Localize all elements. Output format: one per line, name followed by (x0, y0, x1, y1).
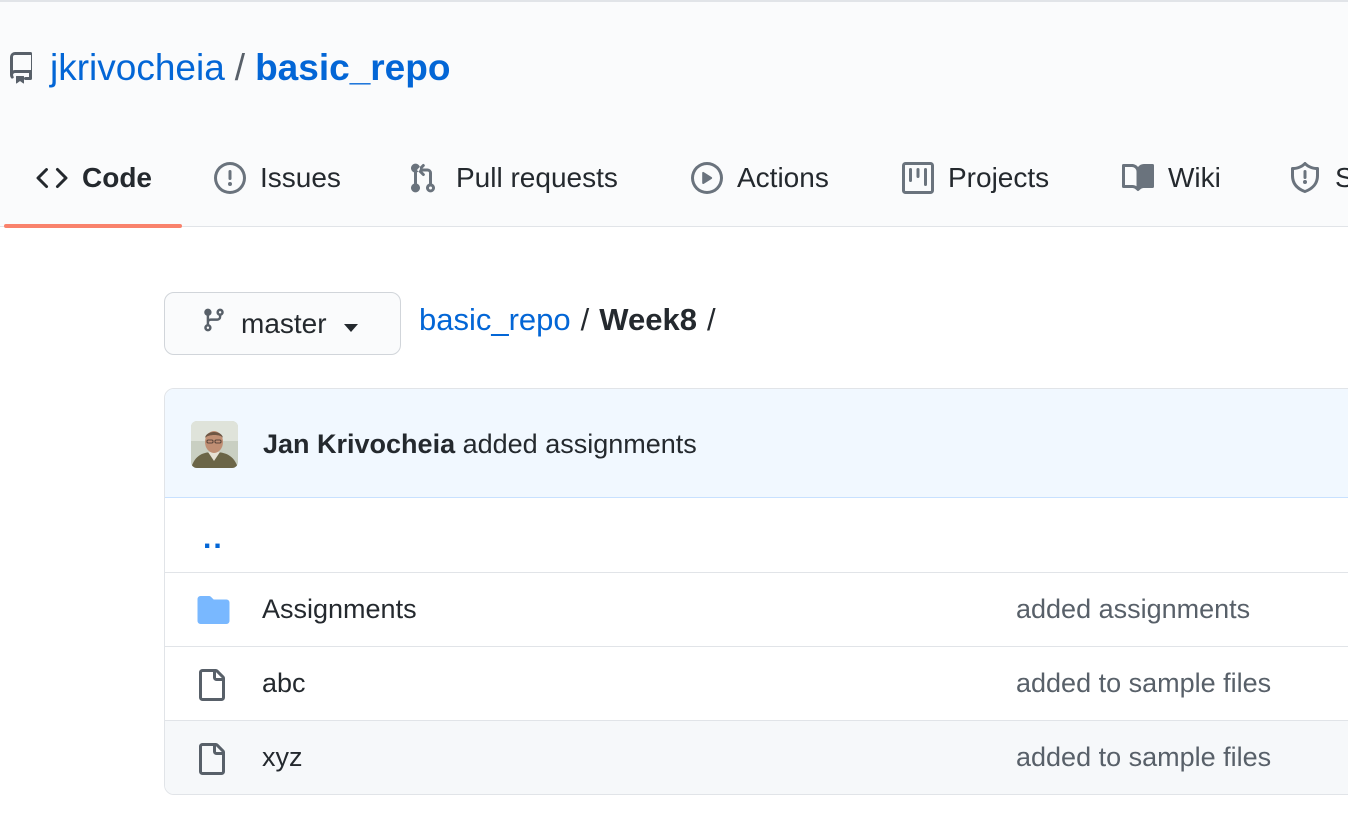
commit-author[interactable]: Jan Krivocheia (263, 429, 455, 459)
branch-name: master (241, 307, 327, 339)
commit-message[interactable]: added assignments (463, 429, 697, 459)
repo-title-separator: / (234, 47, 246, 88)
file-name-link[interactable]: xyz (262, 742, 303, 773)
list-item[interactable]: xyz added to sample files (165, 720, 1348, 794)
folder-icon (197, 596, 230, 629)
selected-tab-underline (4, 224, 182, 228)
tab-code[interactable]: Code (36, 142, 152, 229)
list-item[interactable]: Assignments added assignments (165, 572, 1348, 646)
avatar[interactable] (191, 421, 238, 468)
file-name-link[interactable]: abc (262, 668, 306, 699)
repo-icon (6, 51, 36, 85)
tab-security-label: S (1335, 162, 1348, 193)
tab-wiki-label: Wiki (1168, 162, 1221, 193)
tab-projects-label: Projects (948, 162, 1050, 193)
commit-message-link[interactable]: added to sample files (1016, 668, 1271, 699)
file-icon (197, 669, 225, 706)
tab-pull-requests[interactable]: Pull requests (410, 142, 618, 229)
parent-directory-link[interactable]: .. (203, 522, 224, 556)
caret-down-icon (343, 308, 359, 340)
latest-commit-bar: Jan Krivocheia added assignments (165, 389, 1348, 498)
breadcrumb-current: Week8 (599, 302, 697, 337)
commit-message-link[interactable]: added to sample files (1016, 742, 1271, 773)
issue-icon (214, 162, 260, 201)
repo-owner-link[interactable]: jkrivocheia (50, 47, 225, 89)
book-icon (1122, 162, 1168, 201)
commit-message-link[interactable]: added assignments (1016, 594, 1250, 625)
tab-projects[interactable]: Projects (902, 142, 1049, 229)
tab-issues-label: Issues (260, 162, 341, 193)
tab-pull-requests-label: Pull requests (456, 162, 618, 193)
breadcrumb-separator: / (580, 302, 590, 337)
repo-nav-tabs: Code Issues Pull requests Actions Projec… (0, 142, 1348, 229)
code-icon (36, 162, 82, 201)
pull-request-icon (410, 162, 456, 201)
repo-header: jkrivocheia / basic_repo Code Issues Pul… (0, 0, 1348, 229)
tab-issues[interactable]: Issues (214, 142, 341, 229)
file-name-link[interactable]: Assignments (262, 594, 417, 625)
branch-select-button[interactable]: master (164, 292, 401, 355)
list-item[interactable]: abc added to sample files (165, 646, 1348, 720)
parent-directory-row[interactable]: .. (165, 498, 1348, 572)
shield-icon (1289, 162, 1335, 201)
tab-wiki[interactable]: Wiki (1122, 142, 1221, 229)
project-icon (902, 162, 948, 201)
git-branch-icon (201, 305, 227, 342)
breadcrumb: basic_repo / Week8 / (419, 302, 726, 338)
tab-actions-label: Actions (737, 162, 829, 193)
play-icon (691, 162, 737, 201)
tab-code-label: Code (82, 162, 152, 193)
file-icon (197, 743, 225, 780)
tab-actions[interactable]: Actions (691, 142, 829, 229)
breadcrumb-trailing-separator: / (706, 302, 716, 337)
breadcrumb-root-link[interactable]: basic_repo (419, 302, 571, 338)
repo-name-link[interactable]: basic_repo (255, 47, 450, 89)
file-list: Jan Krivocheia added assignments .. Assi… (164, 388, 1348, 795)
commit-summary: Jan Krivocheia added assignments (263, 429, 697, 460)
tab-security[interactable]: S (1289, 142, 1348, 229)
repo-title: jkrivocheia / basic_repo (6, 46, 450, 90)
